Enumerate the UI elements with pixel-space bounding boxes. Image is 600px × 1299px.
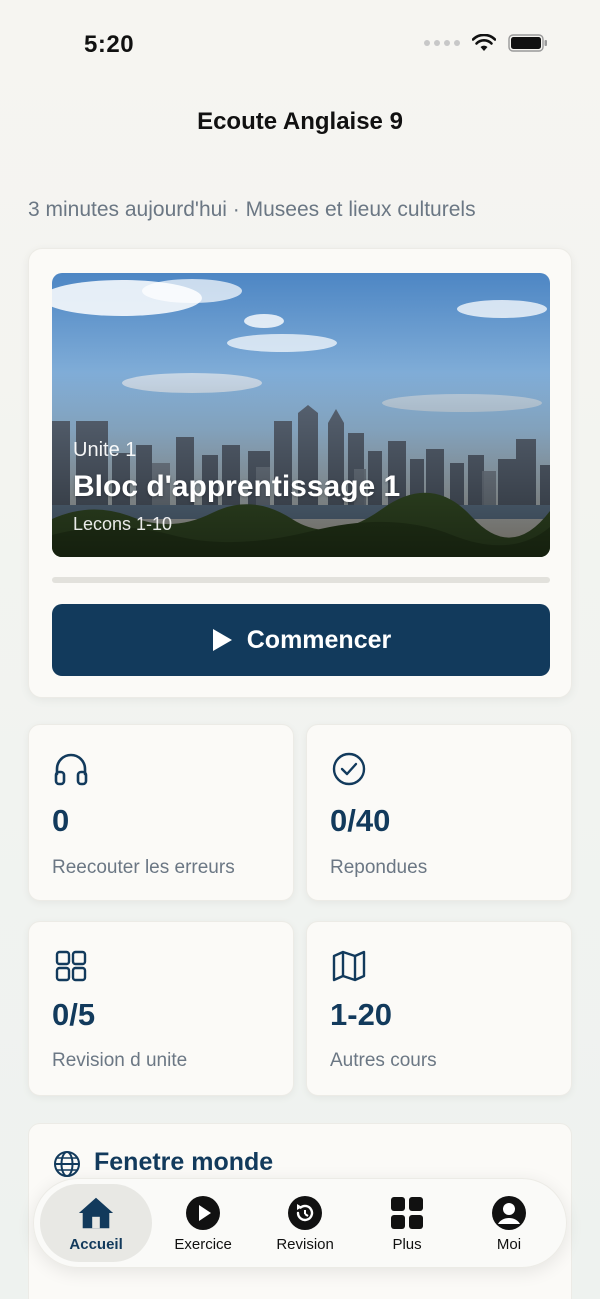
tab-moi[interactable]: Moi [458, 1184, 560, 1262]
tab-label: Moi [496, 1235, 522, 1253]
start-button[interactable]: Commencer [52, 604, 550, 676]
play-icon [212, 629, 232, 651]
tab-revision[interactable]: Revision [254, 1184, 356, 1262]
map-icon [332, 950, 366, 982]
home-icon [77, 1194, 115, 1232]
tab-label: Revision [276, 1235, 334, 1253]
signal-icon [424, 40, 460, 46]
answered-card[interactable]: 0/40 Repondues [306, 724, 572, 901]
status-bar: 5:20 [0, 0, 600, 90]
tab-label: Plus [392, 1235, 422, 1253]
unit-label: Unite 1 [73, 439, 137, 461]
play-circle-icon [184, 1194, 222, 1232]
profile-icon [490, 1194, 528, 1232]
bottom-tab-bar: Accueil Exercice Revision Plus Moi [33, 1178, 567, 1268]
stat-value: 1-20 [330, 997, 393, 1032]
stat-label: Revision d unite [52, 1050, 188, 1071]
wifi-icon [472, 34, 496, 51]
tab-label: Exercice [174, 1235, 232, 1253]
current-block-card: Unite 1 Bloc d'apprentissage 1 Lecons 1-… [28, 248, 572, 698]
hero-overlay: Unite 1 Bloc d'apprentissage 1 Lecons 1-… [73, 439, 400, 535]
start-button-label: Commencer [246, 625, 392, 654]
tab-accueil[interactable]: Accueil [40, 1184, 153, 1262]
grid-icon [55, 950, 87, 982]
tab-exercice[interactable]: Exercice [152, 1184, 254, 1262]
revision-icon [286, 1194, 324, 1232]
stat-label: Repondues [330, 857, 428, 878]
status-time: 5:20 [84, 31, 135, 58]
stat-label: Autres cours [330, 1050, 437, 1071]
daily-goal-subtitle: 3 minutes aujourd'hui · Musees et lieux … [28, 198, 476, 221]
tab-plus[interactable]: Plus [356, 1184, 458, 1262]
check-circle-icon [332, 752, 366, 786]
other-courses-card[interactable]: 1-20 Autres cours [306, 921, 572, 1096]
battery-icon [508, 34, 547, 52]
stat-label: Reecouter les erreurs [52, 857, 235, 878]
apps-icon [388, 1194, 426, 1232]
hero-image[interactable]: Unite 1 Bloc d'apprentissage 1 Lecons 1-… [52, 273, 550, 557]
headphones-icon [54, 753, 88, 786]
world-window-title: Fenetre monde [94, 1148, 274, 1176]
globe-icon [54, 1151, 80, 1177]
page-title: Ecoute Anglaise 9 [197, 108, 403, 135]
lessons-range: Lecons 1-10 [73, 514, 173, 534]
block-progress-bar [52, 577, 550, 583]
tab-label: Accueil [69, 1235, 123, 1253]
review-mistakes-card[interactable]: 0 Reecouter les erreurs [28, 724, 294, 901]
stat-value: 0/5 [52, 997, 96, 1032]
status-icons [424, 34, 548, 52]
block-title: Bloc d'apprentissage 1 [73, 470, 401, 503]
stat-value: 0/40 [330, 803, 391, 838]
unit-review-card[interactable]: 0/5 Revision d unite [28, 921, 294, 1096]
stat-value: 0 [52, 803, 70, 838]
